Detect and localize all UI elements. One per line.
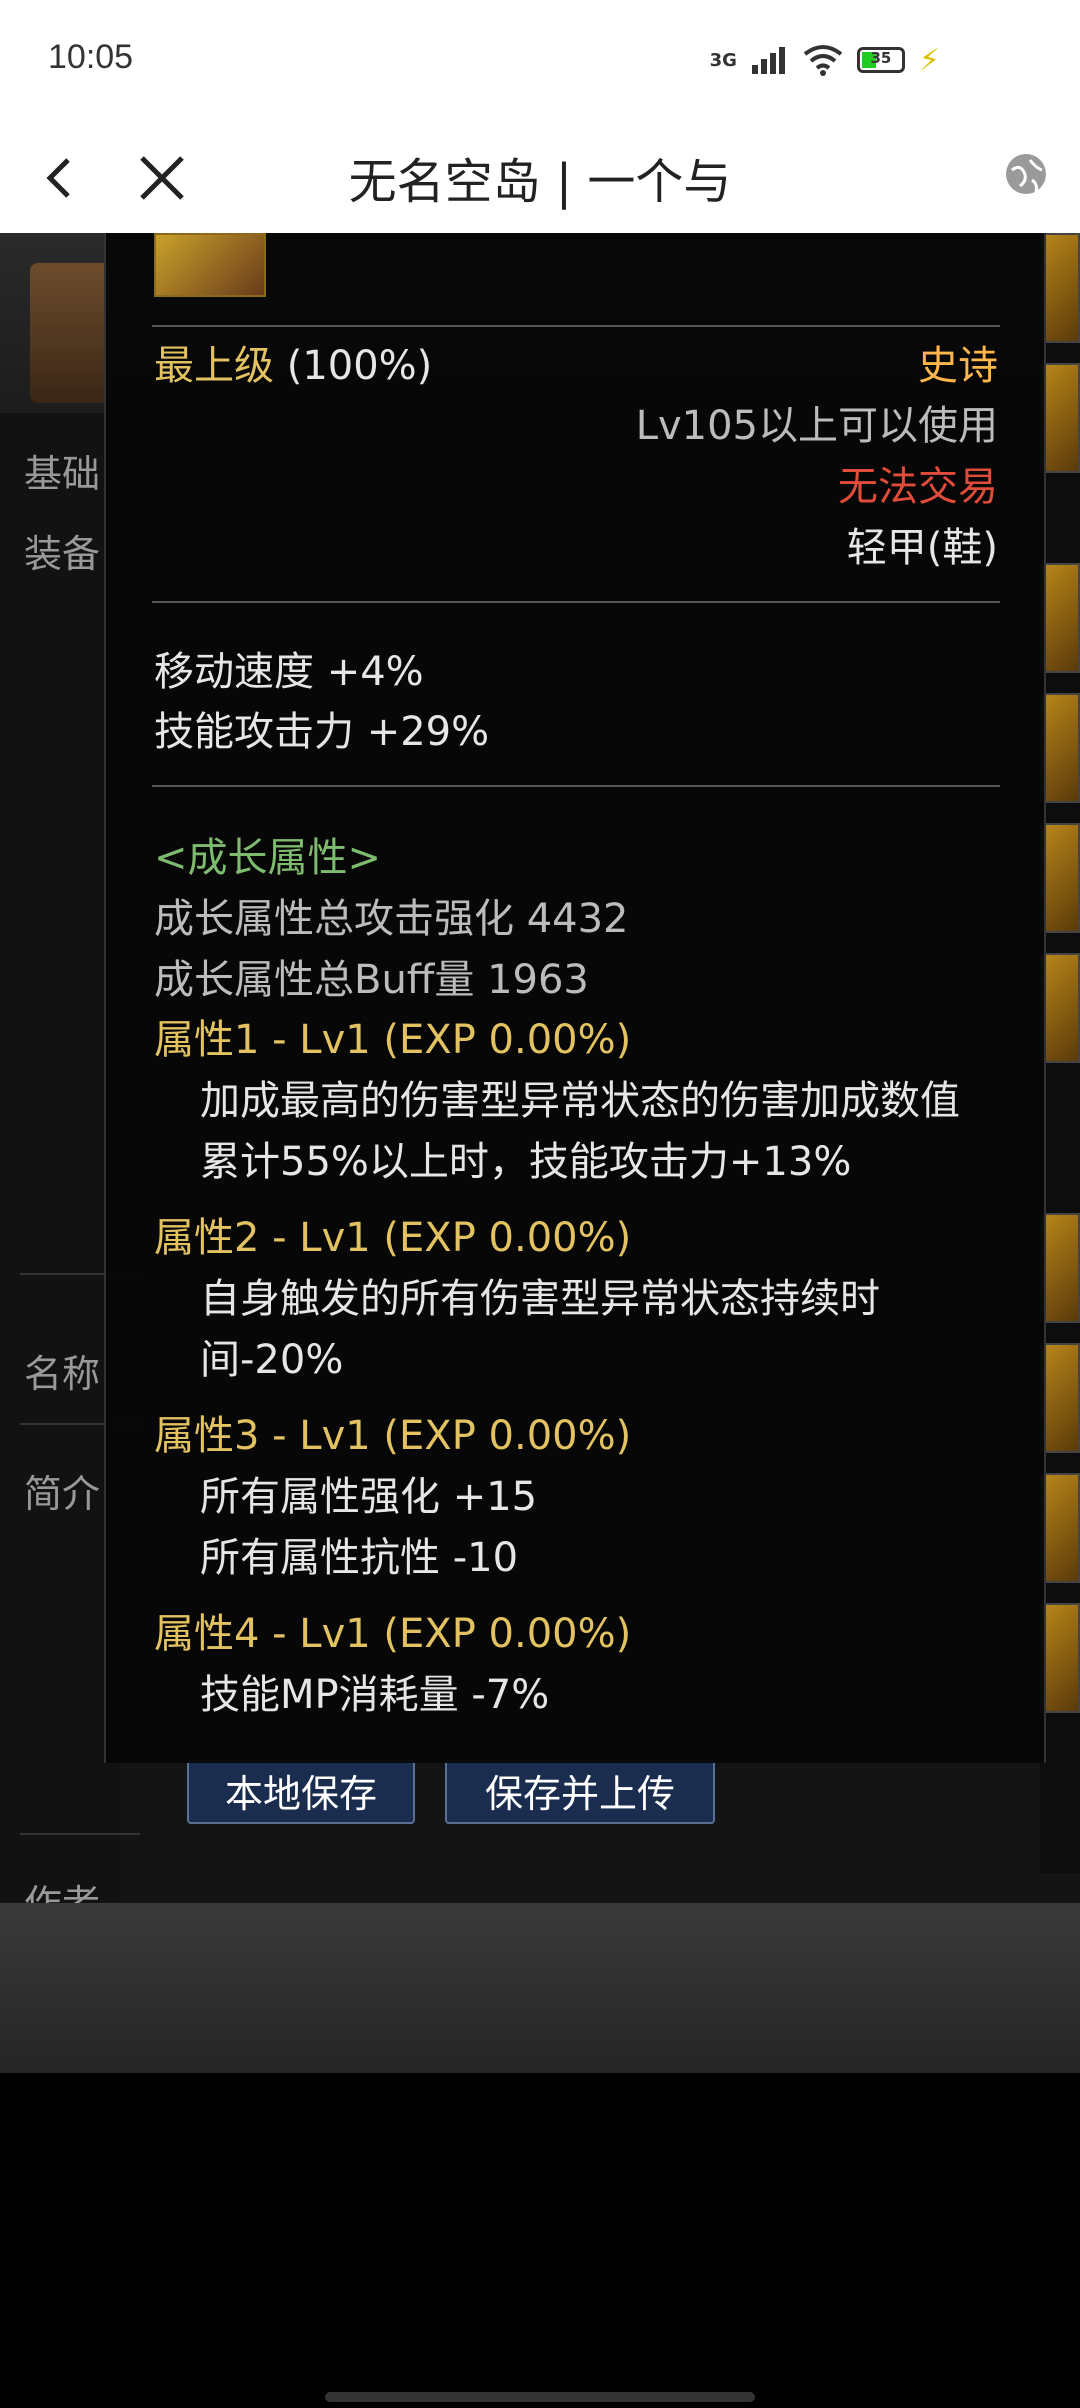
signal-icon bbox=[751, 47, 785, 74]
divider bbox=[20, 1833, 140, 1835]
stat-skill-attack: 技能攻击力 +29% bbox=[154, 709, 490, 755]
page-title: 无名空岛 | 一个与 bbox=[348, 154, 732, 210]
growth-total-buff: 成长属性总Buff量 1963 bbox=[154, 957, 589, 1003]
divider bbox=[152, 325, 1000, 327]
equipment-slot[interactable] bbox=[1040, 1213, 1080, 1323]
equipment-slot[interactable] bbox=[1040, 1603, 1080, 1713]
equipment-slot[interactable] bbox=[1040, 1343, 1080, 1453]
slot-type: 轻甲(鞋) bbox=[846, 525, 998, 571]
background-label-intro: 简介 bbox=[24, 1472, 101, 1516]
attribute-3-line: 所有属性抗性 -10 bbox=[200, 1535, 519, 1581]
attribute-3-title: 属性3 - Lv1 (EXP 0.00%) bbox=[154, 1413, 632, 1459]
equipment-slot[interactable] bbox=[1040, 953, 1080, 1063]
background-label-base: 基础 bbox=[24, 452, 101, 496]
attribute-4-title: 属性4 - Lv1 (EXP 0.00%) bbox=[154, 1611, 632, 1657]
grade-percent: (100%) bbox=[286, 343, 433, 389]
title-bar: 无名空岛 | 一个与 bbox=[0, 120, 1080, 233]
equipment-slot[interactable] bbox=[1040, 233, 1080, 343]
grade-row: 最上级 (100%) bbox=[154, 333, 432, 391]
attribute-2-line: 自身触发的所有伤害型异常状态持续时 bbox=[200, 1276, 880, 1322]
clock: 10:05 bbox=[48, 38, 134, 76]
network-type: 3G bbox=[709, 49, 737, 71]
background-scenery bbox=[0, 1903, 1080, 2073]
character-portrait bbox=[30, 263, 110, 403]
attribute-2-line: 间-20% bbox=[200, 1337, 344, 1383]
equipment-slots bbox=[1040, 233, 1080, 1873]
background-label-equip: 装备 bbox=[24, 532, 101, 576]
attribute-1-title: 属性1 - Lv1 (EXP 0.00%) bbox=[154, 1017, 632, 1063]
equipment-slot[interactable] bbox=[1040, 563, 1080, 673]
local-save-button[interactable]: 本地保存 bbox=[187, 1760, 415, 1824]
attribute-3-line: 所有属性强化 +15 bbox=[200, 1474, 538, 1520]
globe-icon[interactable] bbox=[1002, 150, 1050, 198]
growth-header: <成长属性> bbox=[154, 835, 382, 881]
item-icon bbox=[154, 233, 266, 297]
divider bbox=[152, 601, 1000, 603]
item-tooltip: 最上级 (100%) 史诗 Lv105以上可以使用 无法交易 轻甲(鞋) 移动速… bbox=[104, 233, 1046, 1763]
battery-level: 35 bbox=[870, 49, 892, 67]
trade-status: 无法交易 bbox=[838, 464, 998, 510]
charging-icon: ⚡ bbox=[918, 42, 940, 78]
bottom-area bbox=[0, 2073, 1080, 2408]
attribute-1-line: 累计55%以上时，技能攻击力+13% bbox=[200, 1139, 852, 1185]
growth-total-attack: 成长属性总攻击强化 4432 bbox=[154, 896, 629, 942]
attribute-4-line: 技能MP消耗量 -7% bbox=[200, 1672, 550, 1718]
equipment-slot[interactable] bbox=[1040, 823, 1080, 933]
home-indicator[interactable] bbox=[325, 2392, 755, 2402]
background-label-name: 名称 bbox=[24, 1352, 101, 1396]
attribute-2-title: 属性2 - Lv1 (EXP 0.00%) bbox=[154, 1215, 632, 1261]
background-left-column: 基础 装备 名称 简介 作者 bbox=[0, 413, 140, 2063]
grade-label: 最上级 bbox=[154, 343, 274, 389]
battery-icon: 35 bbox=[856, 47, 905, 73]
rarity-label: 史诗 bbox=[918, 343, 998, 389]
stat-move-speed: 移动速度 +4% bbox=[154, 649, 424, 695]
level-requirement: Lv105以上可以使用 bbox=[635, 403, 998, 449]
wifi-icon bbox=[803, 45, 843, 76]
equipment-slot[interactable] bbox=[1040, 693, 1080, 803]
save-upload-button[interactable]: 保存并上传 bbox=[445, 1760, 715, 1824]
equipment-slot[interactable] bbox=[1040, 363, 1080, 473]
attribute-1-line: 加成最高的伤害型异常状态的伤害加成数值 bbox=[200, 1078, 960, 1124]
status-bar: 10:05 3G 35 ⚡ bbox=[0, 0, 1080, 120]
equipment-slot[interactable] bbox=[1040, 1473, 1080, 1583]
divider bbox=[152, 785, 1000, 787]
status-icons: 3G 35 ⚡ bbox=[710, 40, 940, 80]
